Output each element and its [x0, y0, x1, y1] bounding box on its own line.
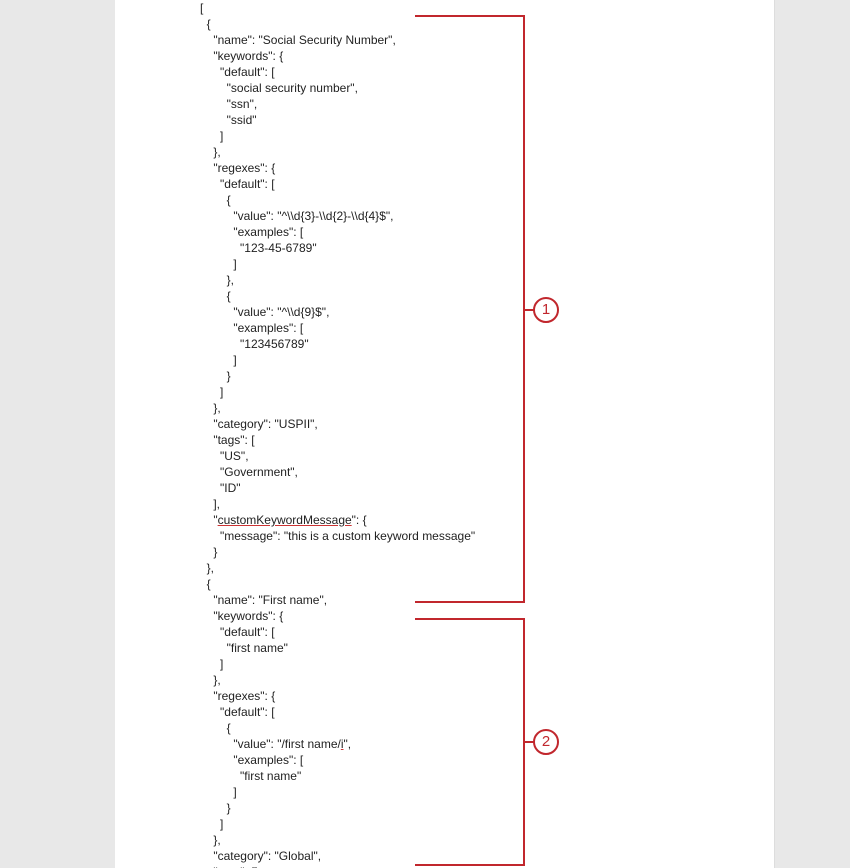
- callout-badge-2: 2: [533, 729, 559, 755]
- document-page: [ { "name": "Social Security Number", "k…: [115, 0, 775, 868]
- callout-bracket-2: [415, 618, 525, 866]
- page: [ { "name": "Social Security Number", "k…: [0, 0, 850, 868]
- callout-badge-1: 1: [533, 297, 559, 323]
- callout-bracket-1: [415, 15, 525, 603]
